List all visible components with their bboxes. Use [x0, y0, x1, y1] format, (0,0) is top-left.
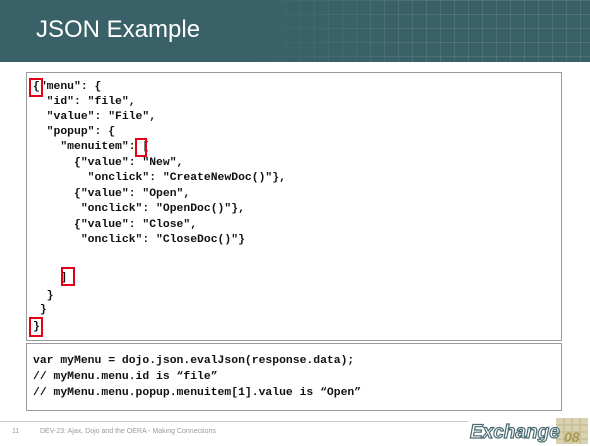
title-bar: JSON Example: [0, 0, 590, 62]
code-line: "onclick": "CloseDoc()"}: [33, 234, 245, 246]
highlight-close-brace: [29, 317, 43, 337]
logo-text: Exchange: [470, 422, 560, 443]
code-line: {"value": "Open",: [33, 188, 191, 200]
code-line: "popup": {: [33, 126, 116, 138]
usage-code-box: var myMenu = dojo.json.evalJson(response…: [26, 343, 562, 411]
code-line: {"value": "New",: [33, 157, 184, 169]
code-line: "onclick": "CreateNewDoc()"},: [33, 172, 286, 184]
code-line: {"menu": {: [33, 81, 102, 93]
code-line: }: [33, 290, 54, 302]
code-line: }: [33, 304, 47, 316]
code-line: "menuitem": [: [33, 141, 150, 153]
slide-number: 11: [12, 428, 20, 435]
highlight-open-bracket: [135, 138, 147, 157]
slide-title: JSON Example: [36, 16, 201, 43]
footer-caption: DEV-23: Ajax, Dojo and the OERA - Making…: [40, 428, 216, 435]
highlight-close-bracket: [61, 267, 75, 286]
code-line: "value": "File",: [33, 111, 157, 123]
title-grid-decoration: [230, 0, 590, 62]
code-line: var myMenu = dojo.json.evalJson(response…: [33, 355, 355, 367]
code-line: "id": "file",: [33, 96, 136, 108]
code-line: {"value": "Close",: [33, 219, 198, 231]
code-line: // myMenu.menu.popup.menuitem[1].value i…: [33, 387, 362, 399]
code-line: "onclick": "OpenDoc()"},: [33, 203, 245, 215]
exchange-logo: Exchange 08: [468, 416, 590, 446]
highlight-open-brace: [29, 78, 43, 97]
code-line: // myMenu.menu.id is “file”: [33, 371, 218, 383]
logo-suffix: 08: [564, 429, 580, 445]
json-code-box: {"menu": { "id": "file", "value": "File"…: [26, 72, 562, 341]
